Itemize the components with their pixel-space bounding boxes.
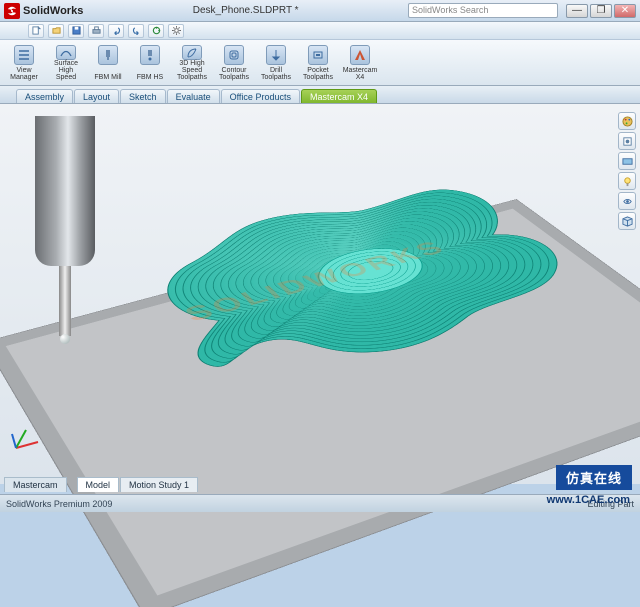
btab-model[interactable]: Model (77, 477, 120, 492)
list-icon (18, 49, 30, 61)
app-logo (4, 3, 20, 19)
minimize-button[interactable]: — (566, 4, 588, 18)
ribbon-fbm-mill[interactable]: FBM Mill (88, 42, 128, 82)
title-bar: SolidWorks Desk_Phone.SLDPRT * SolidWork… (0, 0, 640, 22)
taskpane-lights[interactable] (618, 172, 636, 190)
cutting-tool (35, 116, 95, 346)
brand-watermark: 仿真在线 (556, 465, 632, 490)
command-tabs: Assembly Layout Sketch Evaluate Office P… (0, 86, 640, 104)
cube-icon (622, 216, 633, 227)
gear-icon (172, 26, 181, 35)
light-icon (622, 176, 633, 187)
qat-save[interactable] (68, 24, 84, 38)
palette-icon (622, 116, 633, 127)
ribbon-pocket[interactable]: Pocket Toolpaths (298, 42, 338, 82)
tab-layout[interactable]: Layout (74, 89, 119, 103)
tab-office-products[interactable]: Office Products (221, 89, 300, 103)
quick-access-toolbar (0, 22, 640, 40)
mastercam-icon (354, 49, 366, 61)
ribbon-fbm-hs[interactable]: FBM HS (130, 42, 170, 82)
brand-url: www.1CAE.com (547, 494, 630, 506)
qat-redo[interactable] (128, 24, 144, 38)
scene-icon (622, 156, 633, 167)
qat-new[interactable] (28, 24, 44, 38)
tab-assembly[interactable]: Assembly (16, 89, 73, 103)
btab-motion-study[interactable]: Motion Study 1 (120, 477, 198, 492)
decal-icon (622, 136, 633, 147)
taskpane-view[interactable] (618, 212, 636, 230)
taskpane-decals[interactable] (618, 132, 636, 150)
graphics-viewport[interactable]: SOLIDWORKS (0, 104, 640, 484)
3d-toolpath-icon (186, 47, 198, 59)
ribbon-mastercam[interactable]: Mastercam X4 (340, 42, 380, 82)
taskpane-appearances[interactable] (618, 112, 636, 130)
display-icon (622, 196, 633, 207)
qat-options[interactable] (168, 24, 184, 38)
qat-undo[interactable] (108, 24, 124, 38)
search-input[interactable]: SolidWorks Search (408, 3, 558, 18)
ribbon-toolbar: View Manager Surface High Speed FBM Mill… (0, 40, 640, 86)
ribbon-surface-high-speed[interactable]: Surface High Speed (46, 42, 86, 82)
maximize-button[interactable]: ❐ (590, 4, 612, 18)
taskpane-display[interactable] (618, 192, 636, 210)
orientation-triad[interactable] (8, 420, 44, 456)
document-tabs: Mastercam Model Motion Study 1 (4, 477, 199, 492)
app-name: SolidWorks (23, 5, 83, 17)
close-button[interactable]: ✕ (614, 4, 636, 18)
window-controls: — ❐ ✕ (566, 4, 636, 18)
hs-mill-icon (144, 49, 156, 61)
tab-evaluate[interactable]: Evaluate (167, 89, 220, 103)
task-pane (618, 112, 638, 230)
contour-icon (228, 49, 240, 61)
status-bar: SolidWorks Premium 2009 Editing Part (0, 494, 640, 512)
ribbon-3d-high-speed[interactable]: 3D High Speed Toolpaths (172, 42, 212, 82)
surface-icon (60, 47, 72, 59)
qat-open[interactable] (48, 24, 64, 38)
ribbon-drill[interactable]: Drill Toolpaths (256, 42, 296, 82)
ribbon-contour[interactable]: Contour Toolpaths (214, 42, 254, 82)
pocket-icon (312, 49, 324, 61)
status-left: SolidWorks Premium 2009 (6, 499, 112, 509)
tab-mastercam[interactable]: Mastercam X4 (301, 89, 377, 103)
document-title: Desk_Phone.SLDPRT * (83, 5, 408, 16)
drill-icon (270, 49, 282, 61)
mill-icon (102, 49, 114, 61)
btab-mastercam[interactable]: Mastercam (4, 477, 67, 492)
qat-rebuild[interactable] (148, 24, 164, 38)
taskpane-scenes[interactable] (618, 152, 636, 170)
qat-print[interactable] (88, 24, 104, 38)
ribbon-view-manager[interactable]: View Manager (4, 42, 44, 82)
solidworks-icon (7, 6, 17, 16)
tab-sketch[interactable]: Sketch (120, 89, 166, 103)
